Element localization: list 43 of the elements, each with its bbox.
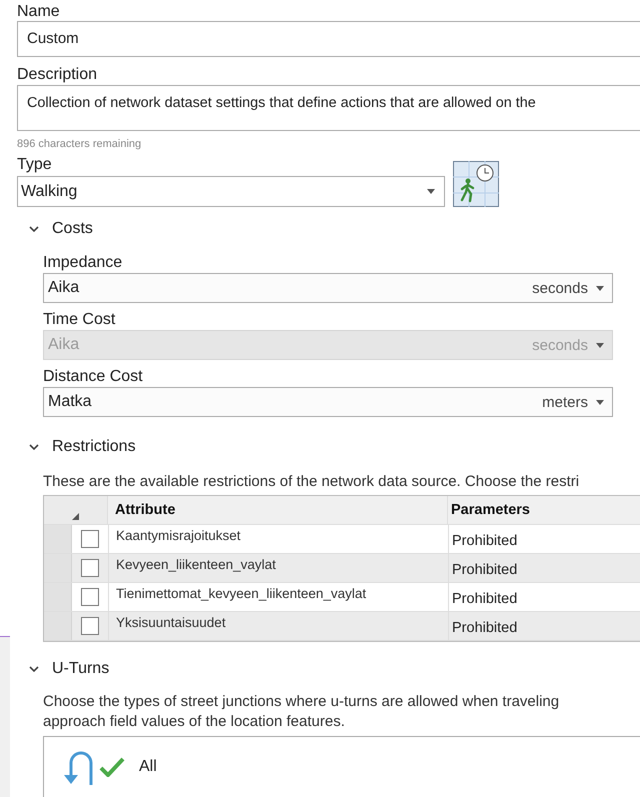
description-line: Choose the types of street junctions where u-turns are allowed when traveling bbox=[43, 692, 560, 712]
table-cell: Kaantymisrajoitukset bbox=[109, 525, 449, 553]
chevron-icon[interactable] bbox=[29, 226, 39, 232]
checkmark-icon bbox=[99, 757, 125, 777]
field-label: Time Cost bbox=[43, 310, 116, 330]
chevron-icon[interactable] bbox=[29, 666, 39, 672]
section-description: These are the available restrictions of the network data source. Choose the restri bbox=[43, 472, 580, 492]
field-label: Type bbox=[17, 155, 53, 174]
u-turn-dropdown[interactable]: All bbox=[43, 736, 640, 797]
character-count: 896 characters remaining bbox=[17, 137, 142, 151]
dropdown-arrow-icon bbox=[596, 342, 604, 348]
table-cell: Yksisuuntaisuudet bbox=[109, 612, 449, 640]
section-title: U-Turns bbox=[52, 660, 110, 678]
table-cell-text: Prohibited bbox=[451, 561, 518, 580]
field-label: Impedance bbox=[43, 253, 124, 273]
table-cell-text: Prohibited bbox=[451, 590, 518, 609]
chevron-icon[interactable] bbox=[29, 444, 39, 450]
triangle-icon bbox=[72, 513, 79, 520]
section-title: Costs bbox=[52, 220, 93, 238]
dropdown-arrow-icon bbox=[427, 189, 435, 194]
checkbox[interactable] bbox=[81, 588, 99, 606]
column-header[interactable]: Attribute bbox=[108, 496, 448, 524]
cost-dropdown[interactable]: Aika seconds bbox=[43, 273, 613, 303]
checkbox[interactable] bbox=[81, 530, 99, 548]
description-field[interactable]: Collection of network dataset settings that define actions that are allowed on the bbox=[17, 85, 640, 131]
column-header[interactable]: Parameters bbox=[448, 496, 640, 524]
walking-clock-icon[interactable] bbox=[453, 161, 499, 207]
checkbox[interactable] bbox=[81, 559, 99, 577]
name-field[interactable]: Custom bbox=[17, 21, 640, 57]
type-dropdown[interactable]: Walking bbox=[17, 176, 445, 207]
table-cell: Kevyeen_liikenteen_vaylat bbox=[109, 554, 449, 582]
checkbox[interactable] bbox=[81, 617, 99, 635]
field-label: Distance Cost bbox=[43, 367, 144, 387]
description-line: approach field values of the location features. bbox=[43, 712, 346, 732]
table-cell-text: Prohibited bbox=[451, 619, 518, 638]
table-cell: Tienimettomat_kevyeen_liikenteen_vaylat bbox=[109, 583, 449, 611]
dropdown-arrow-icon bbox=[596, 400, 604, 404]
section-title: Restrictions bbox=[52, 438, 136, 456]
field-label: Description bbox=[17, 65, 98, 84]
field-label: Name bbox=[17, 2, 61, 21]
dropdown-arrow-icon bbox=[596, 286, 604, 290]
cost-dropdown[interactable]: Matka meters bbox=[43, 387, 613, 417]
table-cell-text: Prohibited bbox=[451, 532, 518, 551]
